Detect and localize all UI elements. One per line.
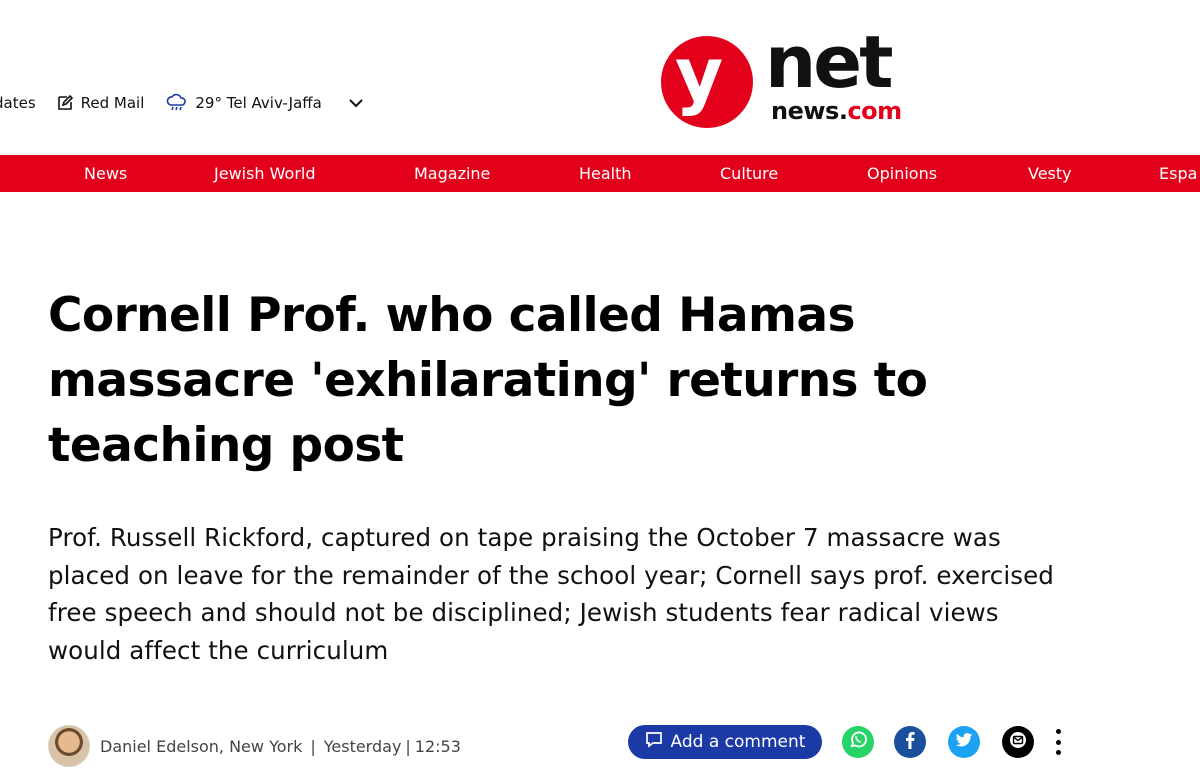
author-avatar[interactable]: [48, 725, 90, 767]
nav-item-news[interactable]: News: [84, 155, 127, 192]
article-headline: Cornell Prof. who called Hamas massacre …: [48, 288, 928, 473]
logo-net: net: [765, 20, 894, 104]
email-share-button[interactable]: [1002, 726, 1034, 758]
publish-date: Yesterday: [323, 736, 402, 756]
nav-item-magazine[interactable]: Magazine: [414, 155, 490, 192]
chevron-down-icon[interactable]: [348, 98, 364, 108]
author-name[interactable]: Daniel Edelson, New York: [100, 737, 302, 756]
rain-cloud-icon: [166, 93, 188, 113]
article-subtitle: Prof. Russell Rickford, captured on tape…: [48, 523, 1054, 665]
more-dot: [1055, 729, 1061, 734]
facebook-icon: [903, 731, 917, 753]
facebook-share-button[interactable]: [894, 726, 926, 758]
add-comment-button[interactable]: Add a comment: [628, 725, 822, 759]
top-utility-bar: dates Red Mail 29° Tel Aviv-Jaffa: [0, 84, 364, 122]
updates-label: dates: [0, 94, 36, 112]
nav-item-jewish-world[interactable]: Jewish World: [214, 155, 316, 192]
twitter-share-button[interactable]: [948, 726, 980, 758]
logo-domain: news.com: [771, 98, 902, 124]
more-options-icon[interactable]: [1050, 726, 1066, 758]
article-byline: Daniel Edelson, New York | Yesterday | 1…: [48, 724, 461, 768]
nav-item-vesty[interactable]: Vesty: [1028, 155, 1072, 192]
whatsapp-icon: [848, 730, 868, 754]
twitter-icon: [955, 732, 973, 752]
main-nav: News Jewish World Magazine Health Cultur…: [0, 155, 1200, 192]
whatsapp-share-button[interactable]: [842, 726, 874, 758]
weather-widget[interactable]: 29° Tel Aviv-Jaffa: [166, 93, 322, 113]
byline-separator: |: [310, 736, 316, 756]
updates-link[interactable]: dates: [0, 94, 36, 112]
red-mail-link[interactable]: Red Mail: [56, 94, 145, 112]
edit-note-icon: [56, 94, 74, 112]
nav-item-culture[interactable]: Culture: [720, 155, 778, 192]
ynetnews-logo[interactable]: y net news.com: [661, 16, 911, 134]
envelope-icon: [1008, 730, 1028, 754]
byline-separator-2: |: [405, 736, 411, 756]
weather-label: 29° Tel Aviv-Jaffa: [195, 94, 322, 112]
red-mail-label: Red Mail: [80, 94, 145, 112]
publish-time: 12:53: [414, 736, 461, 756]
nav-item-health[interactable]: Health: [579, 155, 632, 192]
nav-item-espanol[interactable]: Espa: [1159, 155, 1197, 192]
logo-y: y: [675, 32, 723, 118]
comment-icon: [645, 731, 663, 753]
more-dot: [1055, 739, 1061, 745]
add-comment-label: Add a comment: [670, 732, 806, 752]
logo-domain-com: com: [847, 97, 902, 125]
logo-domain-news: news.: [771, 97, 848, 125]
nav-item-opinions[interactable]: Opinions: [867, 155, 937, 192]
more-dot: [1055, 750, 1061, 755]
